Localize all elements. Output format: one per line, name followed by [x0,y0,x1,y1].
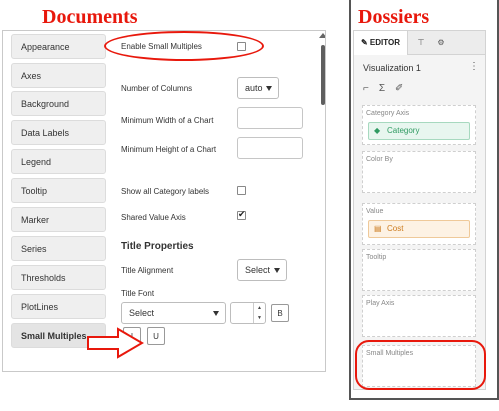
chevron-down-icon [213,311,219,316]
dossier-bottom-border [349,398,499,400]
sidebar-item-legend[interactable]: Legend [11,149,106,174]
underline-button[interactable]: U [147,327,165,345]
title-font-value: Select [129,308,155,318]
zone-value-label: Value [366,208,384,215]
zone-color-by-label: Color By [366,156,393,163]
filter-icon: ⊤ [417,38,425,47]
tab-editor[interactable]: ✎ EDITOR [354,31,408,55]
bold-button[interactable]: B [271,304,289,322]
zone-value[interactable]: Value ▤ Cost [362,203,476,245]
show-all-category-labels-checkbox[interactable] [237,186,246,195]
pencil-icon: ✎ [360,38,368,47]
annotation-oval-enable [104,31,264,61]
annotation-oval-small-multiples [355,340,486,390]
zone-category-axis[interactable]: Category Axis ◆ Category [362,105,476,145]
editor-tab-bar: ✎ EDITOR ⊤ ⚙ [354,31,485,55]
number-of-columns-value: auto [245,83,263,93]
number-of-columns-label: Number of Columns [121,84,193,93]
viz-toolbar: ⌐ Σ ✐ [363,83,413,94]
visualization-title: Visualization 1 [363,63,421,73]
more-options-icon[interactable]: ⋮ [469,61,479,72]
dossier-editor-panel: ✎ EDITOR ⊤ ⚙ Visualization 1 ⋮ ⌐ Σ ✐ Categ… [353,30,486,390]
dossiers-heading: Dossiers [358,6,430,28]
documents-format-panel: Appearance Axes Background Data Labels L… [2,30,326,372]
stepper-arrows-icon[interactable]: ▲ ▼ [253,303,265,323]
min-width-label: Minimum Width of a Chart [121,116,214,125]
title-alignment-select[interactable]: Select [237,259,287,281]
zone-tooltip-label: Tooltip [366,254,387,261]
min-height-label: Minimum Height of a Chart [121,145,217,154]
scroll-up-icon[interactable] [319,33,325,38]
zone-tooltip[interactable]: Tooltip [362,249,476,291]
title-alignment-label: Title Alignment [121,266,174,275]
number-of-columns-select[interactable]: auto [237,77,279,99]
cost-metric-pill[interactable]: ▤ Cost [368,220,470,238]
sidebar-item-data-labels[interactable]: Data Labels [11,120,106,145]
shared-value-axis-label: Shared Value Axis [121,213,186,222]
sidebar-item-background[interactable]: Background [11,91,106,116]
zone-play-axis-label: Play Axis [366,300,395,307]
metric-icon: ▤ [374,224,382,233]
dossier-divider [349,0,351,400]
title-alignment-value: Select [245,265,271,275]
chevron-down-icon [274,268,280,273]
scrollbar-thumb[interactable] [321,45,325,105]
cost-pill-label: Cost [387,224,404,233]
sum-icon[interactable]: Σ [379,83,385,94]
title-font-select[interactable]: Select [121,302,226,324]
zone-play-axis[interactable]: Play Axis [362,295,476,337]
format-sidebar: Appearance Axes Background Data Labels L… [3,31,109,371]
sidebar-item-plotlines[interactable]: PlotLines [11,294,106,319]
tab-format[interactable]: ⚙ [432,31,450,55]
sidebar-item-axes[interactable]: Axes [11,63,106,88]
annotation-arrow [87,327,144,359]
sidebar-item-series[interactable]: Series [11,236,106,261]
attribute-icon: ◆ [374,126,381,135]
zone-category-axis-label: Category Axis [366,110,410,117]
category-attribute-pill[interactable]: ◆ Category [368,122,470,140]
small-multiples-settings: Enable Small Multiples Number of Columns… [109,31,315,371]
sidebar-item-marker[interactable]: Marker [11,207,106,232]
gear-icon: ⚙ [437,38,445,47]
eraser-icon[interactable]: ✐ [395,83,403,94]
sidebar-item-appearance[interactable]: Appearance [11,34,106,59]
tab-filter[interactable]: ⊤ [412,31,430,55]
shared-value-axis-checkbox[interactable] [237,209,246,220]
documents-heading: Documents [42,6,138,28]
title-font-label: Title Font [121,289,155,298]
zone-color-by[interactable]: Color By [362,151,476,193]
swap-axes-icon[interactable]: ⌐ [363,83,369,94]
min-height-input[interactable] [237,137,303,159]
show-all-category-labels-label: Show all Category labels [121,187,210,196]
category-pill-label: Category [387,126,420,135]
font-size-stepper[interactable]: ▲ ▼ [230,302,266,324]
title-properties-heading: Title Properties [121,241,194,252]
chevron-down-icon [266,86,272,91]
sidebar-item-thresholds[interactable]: Thresholds [11,265,106,290]
tab-editor-label: EDITOR [369,38,400,47]
sidebar-item-tooltip[interactable]: Tooltip [11,178,106,203]
min-width-input[interactable] [237,107,303,129]
